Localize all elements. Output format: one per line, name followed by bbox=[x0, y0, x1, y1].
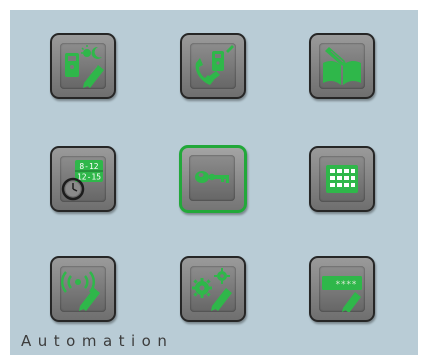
time-schedule-icon: 8-12 12-15 bbox=[61, 160, 103, 201]
phone-intercom-button[interactable] bbox=[180, 33, 246, 99]
wireless-signal-button[interactable] bbox=[50, 256, 116, 322]
password-card-icon: **** bbox=[322, 276, 362, 312]
book-pencil-icon bbox=[323, 47, 361, 85]
wireless-signal-icon bbox=[61, 271, 100, 311]
key-icon bbox=[195, 171, 229, 183]
time-schedule-button[interactable]: 8-12 12-15 bbox=[50, 146, 116, 212]
keypad-grid-icon bbox=[326, 165, 358, 193]
password-card-button[interactable]: **** bbox=[309, 256, 375, 322]
schedule-line-1: 8-12 bbox=[79, 162, 98, 171]
intercom-day-night-icon bbox=[65, 45, 104, 88]
keypad-button[interactable] bbox=[309, 146, 375, 212]
book-pencil-button[interactable] bbox=[309, 33, 375, 99]
gear-settings-icon bbox=[192, 268, 232, 311]
screen-label: Automation bbox=[21, 332, 174, 350]
key-button[interactable] bbox=[179, 145, 247, 213]
schedule-line-2: 12-15 bbox=[77, 173, 101, 182]
gear-settings-button[interactable] bbox=[180, 256, 246, 322]
password-mask: **** bbox=[335, 280, 357, 290]
intercom-day-night-button[interactable] bbox=[50, 33, 116, 99]
phone-intercom-icon bbox=[195, 45, 234, 85]
